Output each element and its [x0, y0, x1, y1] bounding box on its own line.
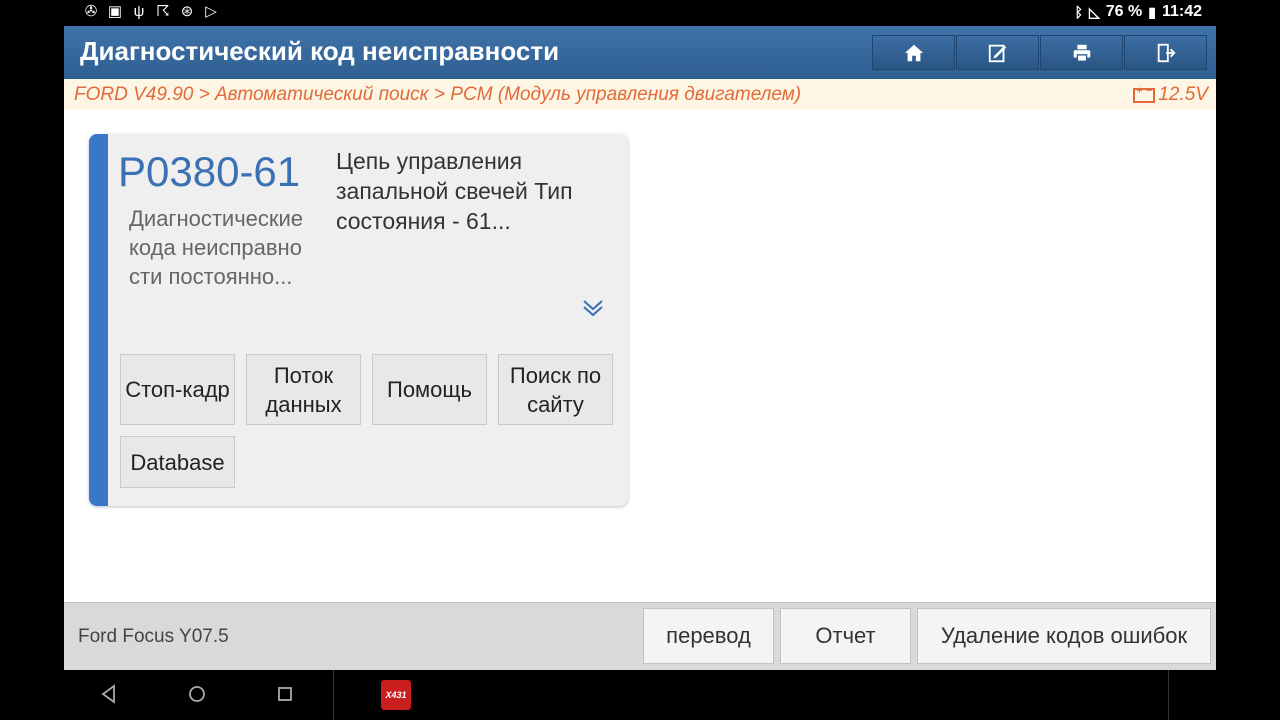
site-search-button[interactable]: Поиск по сайту	[498, 354, 613, 425]
home-icon	[904, 44, 923, 61]
edit-button[interactable]	[956, 35, 1039, 70]
battery-percent: 76 %	[1105, 3, 1143, 20]
x431-app-icon[interactable]: X431	[381, 680, 411, 710]
status-bar: ✇ ▣ ψ ☈ ⊛ ▷ ᛒ ◺ 76 % ▮ 11:42	[64, 0, 1216, 26]
usb-icon: ψ	[133, 3, 145, 20]
report-button[interactable]: Отчет	[780, 608, 911, 664]
nav-divider	[333, 670, 334, 720]
dtc-description: Цепь управления запальной свечей Тип сос…	[336, 148, 573, 234]
breadcrumb-path: FORD V49.90 > Автоматический поиск > PCM…	[74, 84, 802, 105]
recents-icon[interactable]	[273, 682, 297, 706]
database-button[interactable]: Database	[120, 436, 235, 488]
chevron-double-down-icon[interactable]	[581, 296, 605, 320]
play-store-icon: ▷	[205, 3, 217, 20]
back-icon[interactable]	[97, 682, 121, 706]
title-bar: Диагностический код неисправности	[64, 26, 1216, 79]
page-title: Диагностический код неисправности	[80, 36, 560, 66]
header-toolbar	[872, 35, 1207, 70]
data-stream-button[interactable]: Поток данных	[246, 354, 361, 425]
app-screen: Диагностический код неисправности FORD V…	[64, 26, 1216, 670]
image-icon: ▣	[107, 3, 123, 20]
translate-button[interactable]: перевод	[643, 608, 774, 664]
battery-icon: ▮	[1148, 3, 1156, 20]
exit-icon	[1157, 43, 1176, 62]
no-signal-icon: ◺	[1088, 3, 1100, 20]
fan-icon: ✇	[84, 3, 98, 20]
vehicle-label: Ford Focus Y07.5	[78, 626, 229, 647]
bluetooth-settings-icon: ⊛	[180, 3, 194, 20]
android-nav-bar: X431	[64, 670, 1216, 720]
freeze-frame-button[interactable]: Стоп-кадр	[120, 354, 235, 425]
card-accent-bar	[89, 134, 108, 506]
edit-icon	[988, 44, 1006, 62]
print-icon	[1073, 44, 1090, 62]
battery-voltage: 12.5V	[1133, 84, 1208, 106]
device-frame: ✇ ▣ ψ ☈ ⊛ ▷ ᛒ ◺ 76 % ▮ 11:42 Диагностиче…	[0, 0, 1280, 720]
dtc-code: P0380-61	[118, 148, 301, 195]
nav-divider	[1168, 670, 1169, 720]
footer-bar: Ford Focus Y07.5 перевод Отчет Удаление …	[64, 602, 1216, 670]
breadcrumb: FORD V49.90 > Автоматический поиск > PCM…	[64, 79, 1216, 110]
print-button[interactable]	[1040, 35, 1123, 70]
car-battery-icon	[1133, 85, 1156, 103]
person-icon: ☈	[156, 3, 170, 20]
help-button[interactable]: Помощь	[372, 354, 487, 425]
voltage-value: 12.5V	[1158, 84, 1208, 105]
bluetooth-icon: ᛒ	[1074, 4, 1083, 20]
exit-button[interactable]	[1124, 35, 1207, 70]
home-button[interactable]	[872, 35, 955, 70]
clear-codes-button[interactable]: Удаление кодов ошибок	[917, 608, 1211, 664]
dtc-status: Диагностические кода неисправности посто…	[129, 206, 304, 289]
clock: 11:42	[1161, 3, 1202, 20]
dtc-card[interactable]: P0380-61 Диагностические кода неисправно…	[89, 134, 628, 506]
home-circle-icon[interactable]	[185, 682, 209, 706]
